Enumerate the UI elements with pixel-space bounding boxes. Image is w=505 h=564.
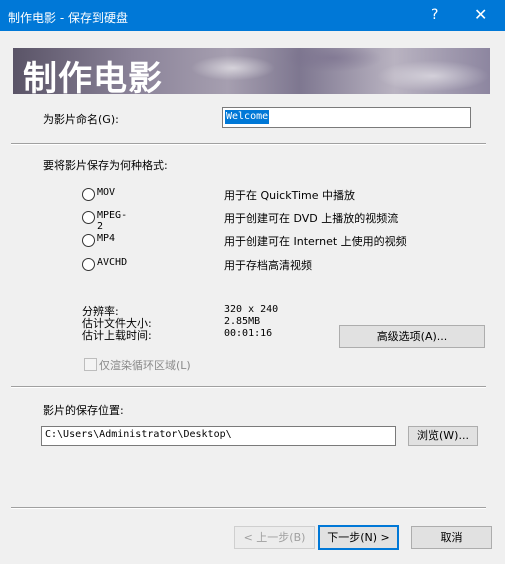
cancel-button[interactable]: 取消 [411,526,492,549]
radio-button[interactable] [82,258,95,271]
banner-title: 制作电影 [23,59,163,94]
browse-button[interactable]: 浏览(W)... [408,426,478,446]
format-option-label: AVCHD [97,257,128,268]
radio-button[interactable] [82,211,95,224]
divider [11,386,486,388]
format-option-label: MP4 [97,233,116,244]
divider [11,143,486,145]
movie-name-label: 为影片命名(G): [43,113,119,126]
banner: 制作电影 [13,48,490,94]
format-option-label: MOV [97,187,116,198]
title-bar: 制作电影 - 保存到硬盘 ? ✕ [0,0,505,31]
format-label: 要将影片保存为何种格式: [43,159,168,172]
upload-time-value: 00:01:16 [224,328,273,339]
back-button[interactable]: < 上一步(B) [234,526,315,549]
save-path-value: C:\Users\Administrator\Desktop\ [45,429,232,440]
format-option-label: MPEG-2 [97,210,128,232]
format-option-description: 用于创建可在 DVD 上播放的视频流 [224,212,399,225]
format-option-description: 用于在 QuickTime 中播放 [224,189,356,202]
radio-button[interactable] [82,234,95,247]
upload-time-label: 估计上载时间: [82,329,152,342]
window-title: 制作电影 - 保存到硬盘 [8,11,128,25]
save-location-label: 影片的保存位置: [43,404,124,417]
advanced-options-button[interactable]: 高级选项(A)... [339,325,485,348]
movie-name-value: Welcome [225,110,270,124]
close-icon[interactable]: ✕ [474,5,487,24]
radio-button[interactable] [82,188,95,201]
movie-name-input[interactable]: Welcome [222,107,471,128]
loop-region-label: 仅渲染循环区域(L) [99,359,191,372]
save-movie-dialog: 制作电影 - 保存到硬盘 ? ✕ 制作电影 为影片命名(G): Welcome … [0,0,505,564]
format-option-description: 用于创建可在 Internet 上使用的视频 [224,235,407,248]
format-option-description: 用于存档高清视频 [224,259,312,272]
loop-region-checkbox[interactable] [84,358,97,371]
help-button[interactable]: ? [431,7,438,23]
save-path-input[interactable]: C:\Users\Administrator\Desktop\ [41,426,396,446]
filesize-value: 2.85MB [224,316,261,327]
divider [11,507,486,509]
resolution-value: 320 x 240 [224,304,279,315]
next-button[interactable]: 下一步(N) > [318,525,399,550]
